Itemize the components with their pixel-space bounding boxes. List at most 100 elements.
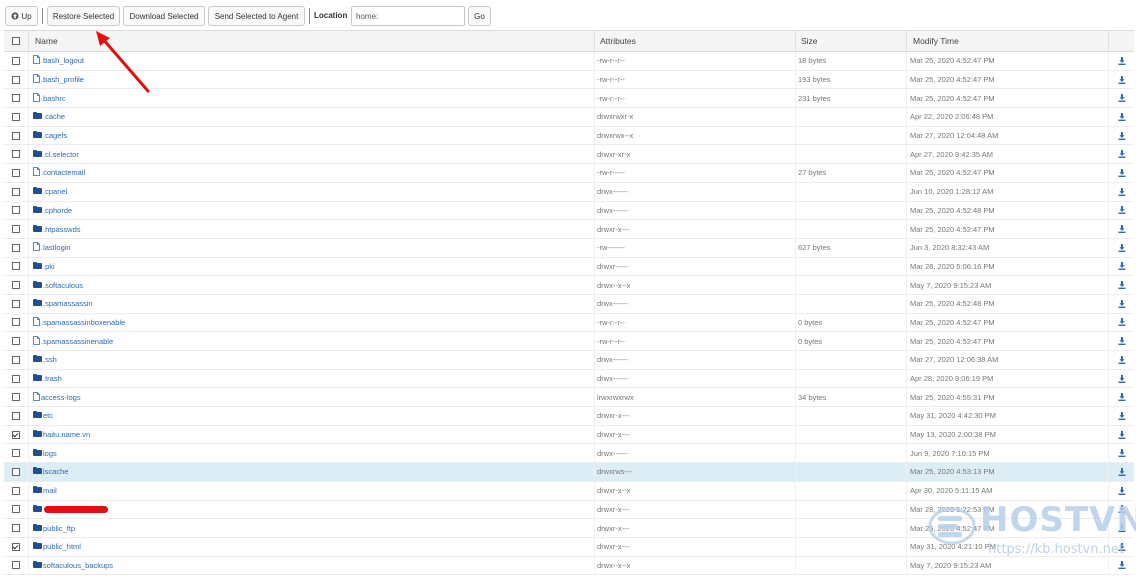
file-name[interactable]: .softaculous <box>43 281 83 290</box>
table-row[interactable]: public_html drwxr-x--- May 31, 2020 4:21:1… <box>4 537 1134 557</box>
name-cell[interactable]: .cache <box>29 108 595 126</box>
download-icon[interactable] <box>1109 463 1134 481</box>
row-checkbox[interactable] <box>12 505 20 514</box>
download-icon[interactable] <box>1109 351 1134 369</box>
row-select-cell[interactable] <box>4 332 29 350</box>
row-select-cell[interactable] <box>4 388 29 407</box>
row-checkbox[interactable] <box>12 281 20 290</box>
name-cell[interactable]: .bashrc <box>29 89 595 108</box>
download-icon[interactable] <box>1109 407 1134 425</box>
row-checkbox[interactable] <box>12 318 20 327</box>
file-name[interactable]: .bash_logout <box>41 56 84 65</box>
table-row[interactable]: .htpasswds drwxr-x--- Mar 25, 2020 4:52:47… <box>4 220 1134 239</box>
download-icon[interactable] <box>1109 276 1134 294</box>
table-row[interactable]: .bash_profile -rw-r--r-- 193 bytes Mar 25, … <box>4 70 1134 90</box>
file-name[interactable]: public_ftp <box>43 524 75 533</box>
row-checkbox[interactable] <box>12 486 20 495</box>
download-icon[interactable] <box>1109 501 1134 519</box>
header-size[interactable]: Size <box>796 31 907 51</box>
row-checkbox[interactable] <box>12 243 20 252</box>
table-row[interactable]: .cl.selector drwxr-xr-x Apr 27, 2020 9:42:… <box>4 145 1134 165</box>
row-checkbox[interactable] <box>12 168 20 177</box>
name-cell[interactable]: public_ftp <box>29 519 595 537</box>
table-row[interactable]: .cagefs drwxrwx--x Mar 27, 2020 12:04:48 A… <box>4 126 1134 146</box>
row-checkbox[interactable] <box>12 542 20 551</box>
file-name[interactable]: softaculous_backups <box>43 561 113 570</box>
name-cell[interactable]: .cl.selector <box>29 145 595 164</box>
select-all-checkbox[interactable] <box>12 37 20 45</box>
row-select-cell[interactable] <box>4 313 29 332</box>
row-select-cell[interactable] <box>4 126 29 145</box>
name-cell[interactable]: .cpanel <box>29 182 595 201</box>
file-name[interactable]: lscache <box>43 467 68 476</box>
row-select-cell[interactable] <box>4 238 29 257</box>
row-select-cell[interactable] <box>4 500 29 519</box>
name-cell[interactable]: .spamassassinenable <box>29 332 595 350</box>
row-checkbox[interactable] <box>12 187 20 196</box>
name-cell[interactable]: logs <box>29 444 595 463</box>
name-cell[interactable]: .ssh <box>29 351 595 369</box>
row-checkbox[interactable] <box>12 206 20 215</box>
row-checkbox[interactable] <box>12 131 20 140</box>
name-cell[interactable]: softaculous_backups <box>29 556 595 575</box>
file-name[interactable]: access-logs <box>41 393 81 402</box>
table-row[interactable]: .trash drwx------ Apr 28, 2020 9:06:19 PM <box>4 369 1134 389</box>
file-name[interactable]: .cpanel <box>43 187 67 196</box>
header-name[interactable]: Name <box>29 31 595 51</box>
row-select-cell[interactable] <box>4 556 29 575</box>
row-select-cell[interactable] <box>4 52 29 70</box>
name-cell[interactable]: .pki <box>29 257 595 276</box>
name-cell[interactable] <box>29 500 595 519</box>
restore-selected-button[interactable]: Restore Selected <box>47 6 120 26</box>
row-checkbox[interactable] <box>12 225 20 234</box>
row-select-cell[interactable] <box>4 294 29 313</box>
row-checkbox[interactable] <box>12 430 20 439</box>
download-icon[interactable] <box>1109 220 1134 238</box>
row-checkbox[interactable] <box>12 262 20 271</box>
table-row[interactable]: .pki drwxr----- Mar 28, 2020 5:06:16 PM <box>4 257 1134 277</box>
file-name[interactable]: haitu.name.vn <box>43 430 90 439</box>
download-icon[interactable] <box>1109 332 1134 350</box>
row-checkbox[interactable] <box>12 374 20 383</box>
name-cell[interactable]: .htpasswds <box>29 220 595 238</box>
go-button[interactable]: Go <box>468 6 491 26</box>
table-row[interactable]: .ssh drwx------ Mar 27, 2020 12:06:38 AM <box>4 351 1134 370</box>
table-row[interactable]: .cpanel drwx------ Jun 10, 2020 1:28:12 AM <box>4 182 1134 202</box>
file-name[interactable]: .spamassassin <box>43 299 93 308</box>
name-cell[interactable]: access-logs <box>29 388 595 407</box>
row-select-cell[interactable] <box>4 70 29 89</box>
table-row[interactable]: .spamassassinenable -rw-r--r-- 0 bytes Mar … <box>4 332 1134 351</box>
row-select-cell[interactable] <box>4 519 29 537</box>
download-icon[interactable] <box>1109 482 1134 500</box>
table-row[interactable]: lscache drwxrws--- Mar 25, 2020 4:53:13 PM <box>4 463 1134 482</box>
download-icon[interactable] <box>1109 370 1134 388</box>
name-cell[interactable]: lscache <box>29 463 595 481</box>
table-row[interactable]: .lastlogin -rw------- 627 bytes Jun 3, 2020… <box>4 238 1134 258</box>
table-row[interactable]: .bashrc -rw-r--r-- 231 bytes Mar 25, 2020 4… <box>4 89 1134 109</box>
file-name[interactable]: logs <box>43 449 57 458</box>
table-row[interactable]: .spamassassin drwx------ Mar 25, 2020 4:52… <box>4 294 1134 314</box>
download-icon[interactable] <box>1109 183 1134 201</box>
row-select-cell[interactable] <box>4 220 29 238</box>
file-name[interactable]: mail <box>43 486 57 495</box>
download-icon[interactable] <box>1109 145 1134 163</box>
file-name[interactable]: .cache <box>43 112 65 121</box>
download-selected-button[interactable]: Download Selected <box>123 6 205 26</box>
name-cell[interactable]: public_html <box>29 537 595 556</box>
file-name[interactable]: .cl.selector <box>43 150 79 159</box>
table-row[interactable]: haitu.name.vn drwxr-x--- May 13, 2020 2:00… <box>4 425 1134 445</box>
row-checkbox[interactable] <box>12 467 20 476</box>
download-icon[interactable] <box>1109 426 1134 444</box>
row-select-cell[interactable] <box>4 463 29 481</box>
download-icon[interactable] <box>1109 127 1134 145</box>
table-row[interactable]: drwxr-x--- Mar 28, 2020 5:22:53 PM <box>4 500 1134 520</box>
download-icon[interactable] <box>1109 538 1134 556</box>
download-icon[interactable] <box>1109 444 1134 462</box>
download-icon[interactable] <box>1109 519 1134 537</box>
file-name[interactable]: .contactemail <box>41 168 85 177</box>
file-name[interactable]: .spamassassinboxenable <box>41 318 125 327</box>
name-cell[interactable]: .cagefs <box>29 126 595 145</box>
row-checkbox[interactable] <box>12 411 20 420</box>
row-select-cell[interactable] <box>4 444 29 463</box>
file-name[interactable]: .cphorde <box>43 206 72 215</box>
